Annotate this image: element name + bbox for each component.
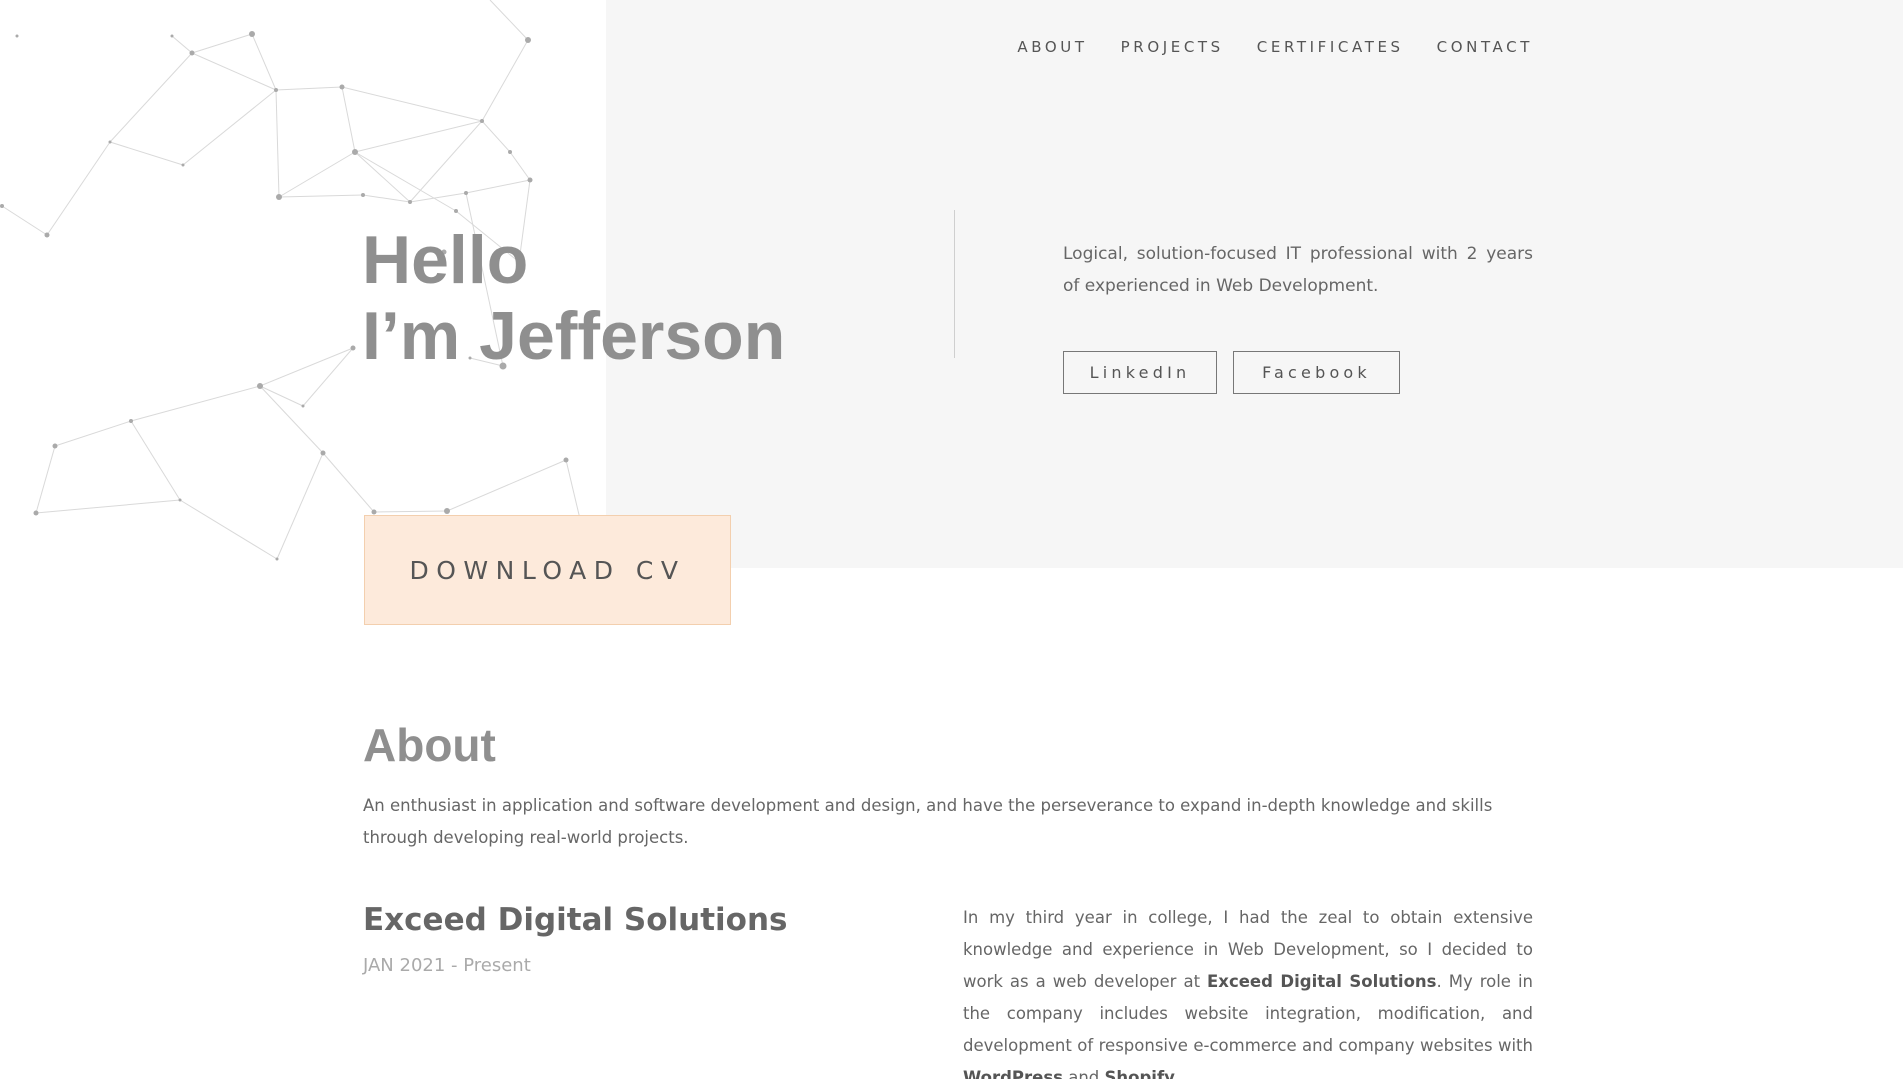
greeting-line-2: I’m Jefferson bbox=[362, 298, 786, 374]
job-desc-tech-1: WordPress bbox=[963, 1068, 1063, 1079]
job-desc-tech-2: Shopify bbox=[1104, 1068, 1175, 1079]
nav-projects-link[interactable]: PROJECTS bbox=[1121, 38, 1224, 56]
job-desc-company: Exceed Digital Solutions bbox=[1207, 972, 1437, 991]
job-desc-and: and bbox=[1062, 1068, 1105, 1079]
job-description: In my third year in college, I had the z… bbox=[963, 902, 1533, 1079]
hero-divider bbox=[954, 210, 955, 358]
hero-greeting: Hello I’m Jefferson bbox=[362, 222, 785, 374]
greeting-line-1: Hello bbox=[362, 222, 529, 298]
about-heading: About bbox=[363, 719, 496, 771]
job-date-range: JAN 2021 - Present bbox=[363, 955, 531, 976]
job-desc-end: . bbox=[1174, 1068, 1181, 1079]
nav-certificates-link[interactable]: CERTIFICATES bbox=[1257, 38, 1404, 56]
download-cv-button[interactable]: DOWNLOAD CV bbox=[364, 515, 731, 625]
nav-about-link[interactable]: ABOUT bbox=[1017, 38, 1087, 56]
social-links: LinkedIn Facebook bbox=[1063, 351, 1400, 394]
about-text: An enthusiast in application and softwar… bbox=[363, 796, 1493, 847]
nav-contact-link[interactable]: CONTACT bbox=[1437, 38, 1533, 56]
facebook-button[interactable]: Facebook bbox=[1233, 351, 1400, 394]
top-nav: ABOUT PROJECTS CERTIFICATES CONTACT bbox=[1017, 38, 1533, 56]
linkedin-button[interactable]: LinkedIn bbox=[1063, 351, 1217, 394]
hero-intro-text: Logical, solution-focused IT professiona… bbox=[1063, 244, 1533, 296]
job-company-title: Exceed Digital Solutions bbox=[363, 902, 788, 938]
